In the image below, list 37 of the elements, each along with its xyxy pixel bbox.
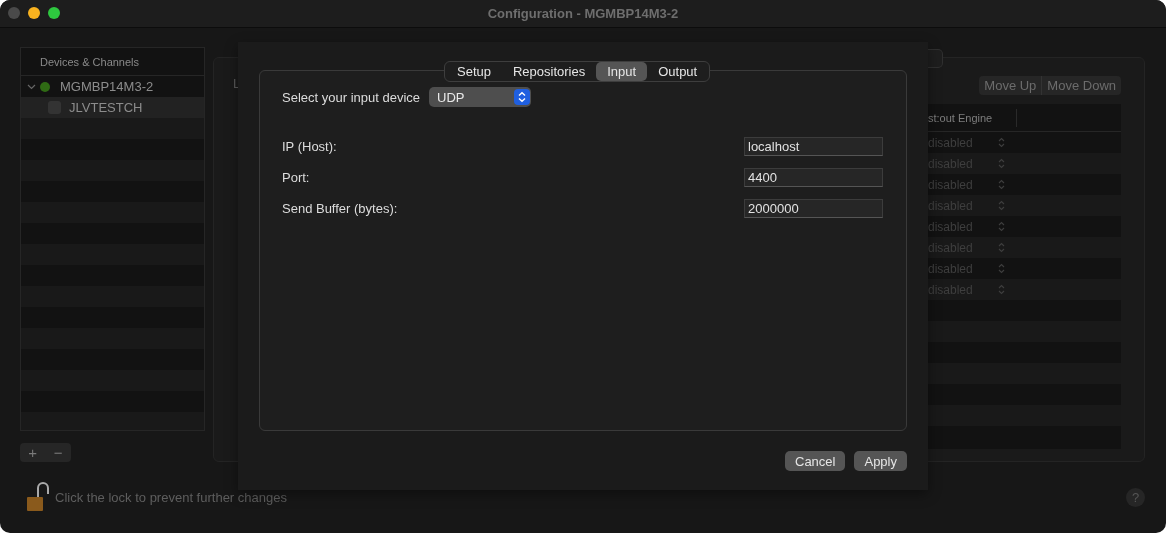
remove-button[interactable]: − [45, 443, 71, 462]
field-label: Port: [282, 170, 310, 185]
tab[interactable]: Repositories [502, 62, 597, 81]
stepper-icon[interactable] [998, 221, 1005, 232]
stepper-icon[interactable] [998, 263, 1005, 274]
cancel-button[interactable]: Cancel [785, 451, 846, 471]
device-name[interactable]: MGMBP14M3-2 [60, 79, 154, 94]
stepper-icon[interactable] [998, 242, 1005, 253]
stepper-icon[interactable] [998, 284, 1005, 295]
stepper-icon[interactable] [998, 158, 1005, 169]
channel-name: JLVTESTCH [69, 100, 143, 115]
device-select[interactable]: UDP [429, 87, 532, 107]
apply-button[interactable]: Apply [854, 451, 907, 471]
field-label: Send Buffer (bytes): [282, 201, 398, 216]
stepper-icon[interactable] [998, 179, 1005, 190]
channel-row[interactable]: JLVTESTCH [21, 97, 204, 118]
field-label: IP (Host): [282, 139, 337, 154]
add-button[interactable]: + [20, 443, 46, 462]
stepper-icon[interactable] [998, 137, 1005, 148]
minimize-button[interactable] [28, 7, 40, 19]
column-header: Devices & Channels [40, 55, 140, 68]
tab[interactable] [928, 49, 943, 68]
lock-hint: Click the lock to prevent further changes [55, 489, 287, 505]
window-title: Configuration - MGMBP14M3-2 [487, 6, 679, 21]
tab[interactable]: Output [647, 62, 709, 81]
tab[interactable]: Input [596, 62, 648, 81]
stepper-icon[interactable] [998, 200, 1005, 211]
input-field[interactable]: localhost [744, 137, 883, 156]
input-field[interactable]: 2000000 [744, 199, 883, 218]
chevron-icon[interactable] [27, 82, 36, 91]
open-lock-icon[interactable] [25, 482, 49, 512]
zoom-button[interactable] [48, 7, 60, 19]
stepper-icon [514, 89, 531, 105]
tab[interactable]: Setup [446, 62, 502, 81]
field-label: Select your input device [282, 89, 421, 105]
input-field[interactable]: 4400 [744, 168, 883, 187]
close-button[interactable] [8, 7, 20, 19]
